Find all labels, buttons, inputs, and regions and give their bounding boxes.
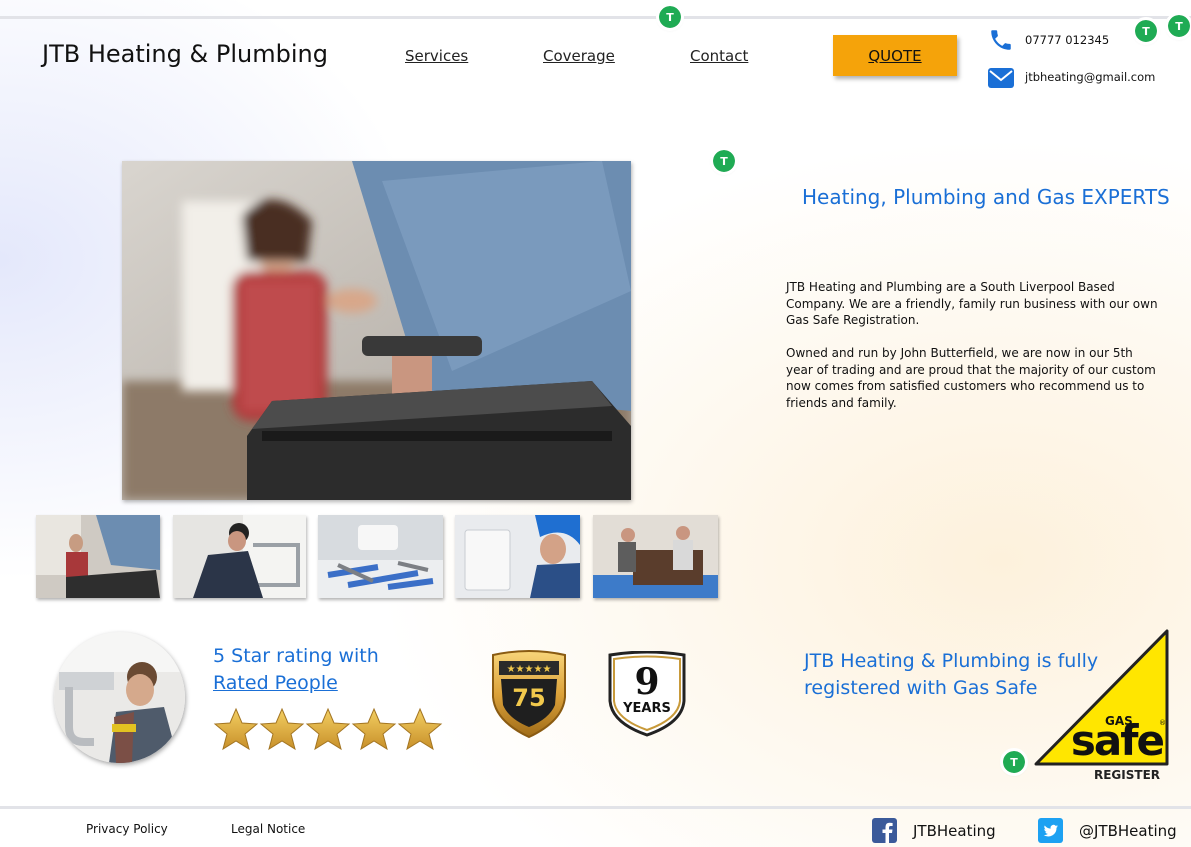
years-badge: 9 YEARS xyxy=(607,650,687,737)
star-icon xyxy=(352,708,396,750)
site-brand[interactable]: JTB Heating & Plumbing xyxy=(42,40,328,68)
reviews-count: 75 xyxy=(512,684,545,712)
twitter-icon[interactable] xyxy=(1038,818,1063,843)
footer-divider xyxy=(0,806,1191,809)
gas-safe-register: REGISTER xyxy=(1094,768,1160,782)
years-label: YEARS xyxy=(622,701,671,716)
owner-paragraph: Owned and run by John Butterfield, we ar… xyxy=(786,346,1156,410)
nav-contact[interactable]: Contact xyxy=(690,47,748,65)
star-icon xyxy=(214,708,258,750)
gallery-thumbnail[interactable] xyxy=(318,515,443,598)
comment-badge[interactable]: T xyxy=(1000,748,1028,776)
facebook-handle[interactable]: JTBHeating xyxy=(913,822,996,840)
header-divider xyxy=(0,16,1191,19)
page-headline: Heating, Plumbing and Gas EXPERTS xyxy=(802,185,1170,209)
intro-paragraph: JTB Heating and Plumbing are a South Liv… xyxy=(786,280,1158,328)
rating-text: 5 Star rating with Rated People xyxy=(213,643,379,697)
star-rating xyxy=(213,707,443,753)
star-icon xyxy=(306,708,350,750)
svg-text:★★★★★: ★★★★★ xyxy=(507,664,552,675)
plumber-avatar xyxy=(54,632,185,763)
gas-safe-main: safe xyxy=(1071,716,1164,765)
rated-people-link[interactable]: Rated People xyxy=(213,670,379,697)
star-icon xyxy=(260,708,304,750)
phone-number[interactable]: 07777 012345 xyxy=(1025,33,1109,47)
nav-services[interactable]: Services xyxy=(405,47,468,65)
email-address[interactable]: jtbheating@gmail.com xyxy=(1025,70,1155,84)
gas-safe-logo: GAS safe ® REGISTER xyxy=(1033,628,1171,784)
rating-line: 5 Star rating with xyxy=(213,645,379,667)
gallery-thumbnail[interactable] xyxy=(455,515,580,598)
nav-coverage[interactable]: Coverage xyxy=(543,47,615,65)
phone-icon[interactable] xyxy=(988,27,1014,53)
quote-button[interactable]: QUOTE xyxy=(833,35,957,76)
gallery-thumbnail[interactable] xyxy=(36,515,160,598)
svg-text:®: ® xyxy=(1159,719,1166,727)
legal-notice-link[interactable]: Legal Notice xyxy=(231,822,305,836)
privacy-policy-link[interactable]: Privacy Policy xyxy=(86,822,168,836)
comment-badge[interactable]: T xyxy=(710,147,738,175)
comment-badge[interactable]: T xyxy=(1165,12,1191,40)
twitter-handle[interactable]: @JTBHeating xyxy=(1079,822,1177,840)
gallery-thumbnail[interactable] xyxy=(593,515,718,598)
comment-badge[interactable]: T xyxy=(656,3,684,31)
facebook-icon[interactable] xyxy=(872,818,897,843)
comment-badge[interactable]: T xyxy=(1132,17,1160,45)
star-icon xyxy=(398,708,442,750)
reviews-badge: ★★★★★ 75 xyxy=(489,649,569,739)
envelope-icon[interactable] xyxy=(988,68,1014,88)
hero-image xyxy=(122,161,631,500)
years-number: 9 xyxy=(634,661,659,703)
gallery-thumbnail[interactable] xyxy=(173,515,306,598)
